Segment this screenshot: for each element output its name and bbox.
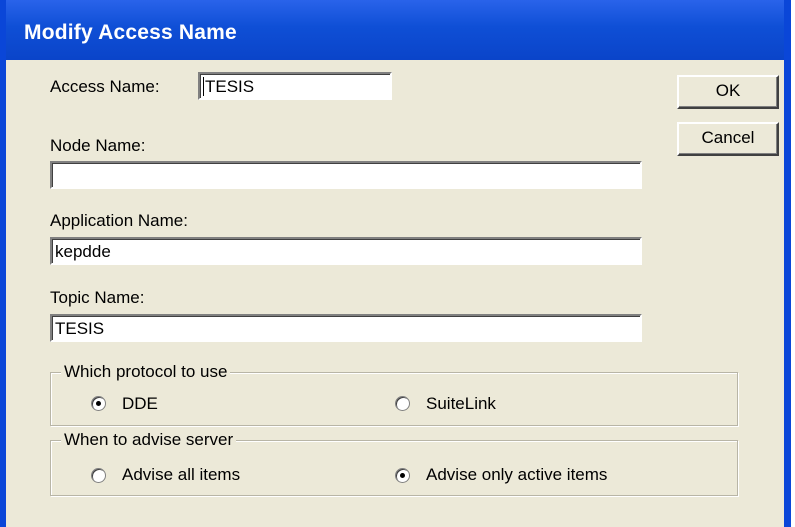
- text-caret: [203, 77, 204, 96]
- access-name-value: TESIS: [205, 77, 255, 96]
- title-bar[interactable]: Modify Access Name: [0, 0, 791, 60]
- topic-name-value: TESIS: [55, 319, 105, 338]
- access-name-label: Access Name:: [50, 77, 160, 96]
- node-name-label: Node Name:: [50, 136, 146, 155]
- advise-active-items-label[interactable]: Advise only active items: [426, 465, 607, 485]
- window-border-left: [0, 0, 6, 527]
- dde-radio-label[interactable]: DDE: [122, 394, 158, 414]
- topic-name-field[interactable]: TESIS: [50, 314, 642, 342]
- ok-button[interactable]: OK: [677, 75, 779, 109]
- advise-all-items-label[interactable]: Advise all items: [122, 465, 240, 485]
- advise-group-legend: When to advise server: [61, 430, 237, 450]
- application-name-value: kepdde: [55, 242, 111, 261]
- protocol-group-legend: Which protocol to use: [61, 362, 231, 382]
- advise-active-items-radio[interactable]: [395, 468, 410, 483]
- dde-radio[interactable]: [91, 396, 106, 411]
- window-title: Modify Access Name: [24, 21, 237, 44]
- suitelink-radio[interactable]: [395, 396, 410, 411]
- suitelink-radio-label[interactable]: SuiteLink: [426, 394, 496, 414]
- topic-name-label: Topic Name:: [50, 288, 145, 307]
- cancel-button[interactable]: Cancel: [677, 122, 779, 156]
- application-name-field[interactable]: kepdde: [50, 237, 642, 265]
- node-name-field[interactable]: [50, 161, 642, 189]
- window-border-right: [784, 0, 791, 527]
- access-name-field[interactable]: TESIS: [198, 72, 392, 100]
- modify-access-name-dialog: Modify Access Name Access Name: TESIS No…: [0, 0, 791, 527]
- advise-all-items-radio[interactable]: [91, 468, 106, 483]
- application-name-label: Application Name:: [50, 211, 188, 230]
